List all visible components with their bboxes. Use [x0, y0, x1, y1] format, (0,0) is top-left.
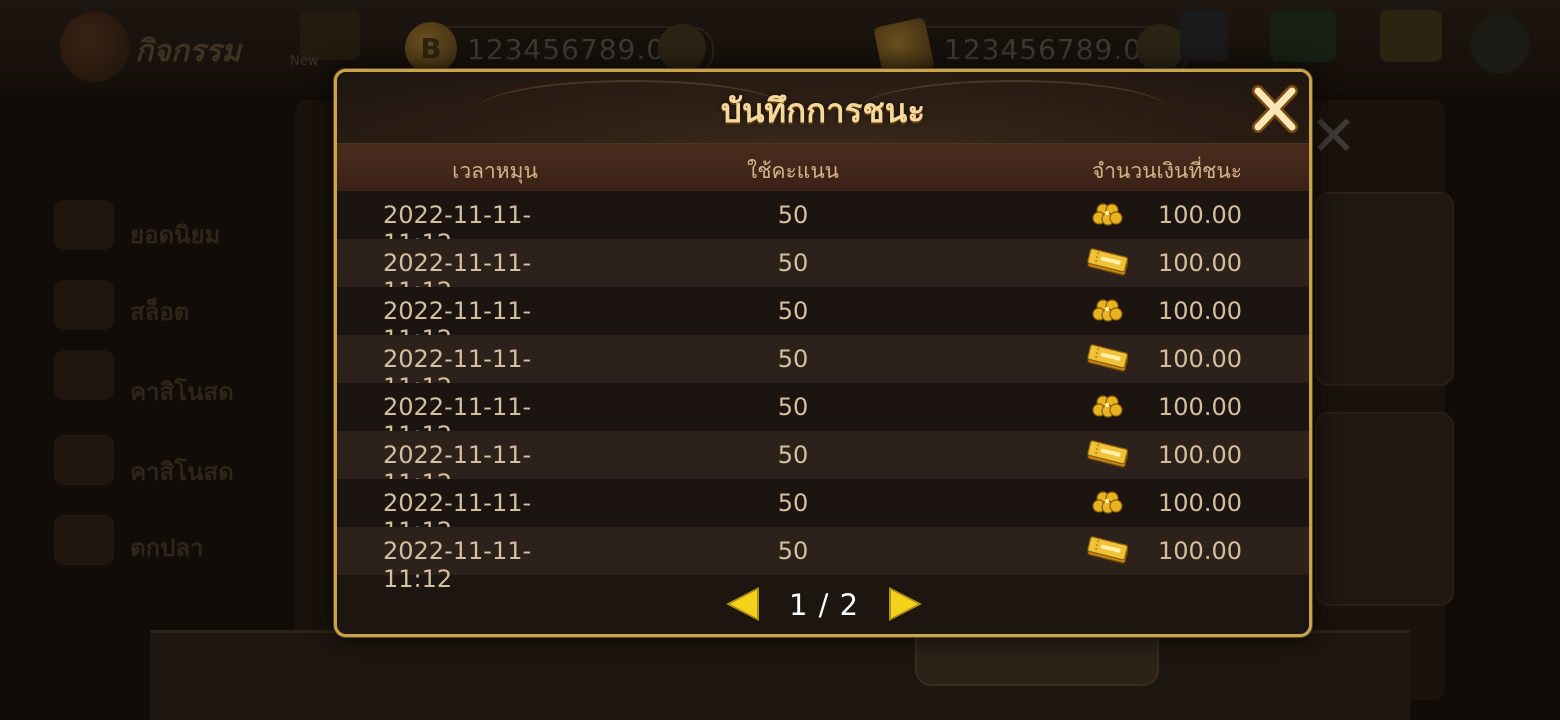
- activity-label: กิจกรรม: [135, 34, 241, 69]
- game-card: [1315, 192, 1454, 386]
- coin-balance: 123456789.00: [467, 33, 684, 66]
- fish-icon: [54, 515, 114, 565]
- bet-points: 50: [777, 249, 809, 277]
- activity-icon: [60, 12, 130, 82]
- bet-points: 50: [777, 537, 809, 565]
- menu-item-live-casino: คาสิโนสด: [130, 458, 234, 486]
- prev-page-button[interactable]: [723, 585, 763, 623]
- record-list: 2022-11-11-11:1250100.002022-11-11-11:12…: [337, 191, 1309, 593]
- gift-icon: [300, 10, 360, 60]
- dialog-title: บันทึกการชนะ: [720, 91, 926, 130]
- win-record-dialog: บันทึกการชนะ เวลาหมุน ใช้คะแนน จำนวนเงิน…: [334, 69, 1312, 637]
- hot-icon: [54, 200, 114, 250]
- win-amount: 100.00: [1158, 249, 1242, 277]
- table-row: 2022-11-11-11:1250100.00: [337, 383, 1309, 449]
- next-page-button[interactable]: [885, 585, 925, 623]
- win-amount: 100.00: [1158, 201, 1242, 229]
- bet-points: 50: [777, 489, 809, 517]
- bet-points: 50: [777, 441, 809, 469]
- gear-icon: [1470, 14, 1530, 74]
- table-row: 2022-11-11-11:1250100.00: [337, 431, 1309, 497]
- table-row: 2022-11-11-11:1250100.00: [337, 527, 1309, 593]
- win-amount: 100.00: [1158, 489, 1242, 517]
- close-button[interactable]: [1250, 85, 1300, 133]
- table-row: 2022-11-11-11:1250100.00: [337, 191, 1309, 257]
- bet-points: 50: [777, 297, 809, 325]
- pagination: 1 / 2: [337, 575, 1309, 634]
- line-icon: [1270, 10, 1336, 62]
- dealer-icon: [54, 435, 114, 485]
- win-amount: 100.00: [1158, 345, 1242, 373]
- menu-item-casino: คาสิโนสด: [130, 378, 234, 406]
- ticket-balance: 123456789.00: [944, 33, 1161, 66]
- menu-item-fishing: ตกปลา: [130, 534, 204, 562]
- table-row: 2022-11-11-11:1250100.00: [337, 479, 1309, 545]
- info-icon: [1180, 10, 1228, 62]
- new-label: New: [290, 54, 319, 69]
- win-amount: 100.00: [1158, 297, 1242, 325]
- refresh-icon: [658, 24, 706, 72]
- background-close-icon: ✕: [1310, 104, 1357, 169]
- cards-icon: [54, 350, 114, 400]
- column-header-win: จำนวนเงินที่ชนะ: [1091, 159, 1243, 183]
- table-row: 2022-11-11-11:1250100.00: [337, 335, 1309, 401]
- table-row: 2022-11-11-11:1250100.00: [337, 287, 1309, 353]
- add-icon: [1136, 24, 1184, 72]
- bet-points: 50: [777, 345, 809, 373]
- win-amount: 100.00: [1158, 393, 1242, 421]
- dialog-header: บันทึกการชนะ: [337, 72, 1309, 145]
- triangle-left-icon: [726, 587, 759, 621]
- table-row: 2022-11-11-11:1250100.00: [337, 239, 1309, 305]
- column-header-time: เวลาหมุน: [452, 159, 538, 183]
- close-icon: [1252, 85, 1298, 133]
- bet-points: 50: [777, 393, 809, 421]
- mail-icon: [1380, 10, 1442, 62]
- bottom-table: [150, 630, 1410, 720]
- coin-icon: B: [405, 22, 457, 74]
- column-header-bet: ใช้คะแนน: [746, 159, 840, 183]
- win-amount: 100.00: [1158, 537, 1242, 565]
- table-header: เวลาหมุน ใช้คะแนน จำนวนเงินที่ชนะ: [337, 144, 1309, 191]
- game-card: [1315, 412, 1454, 606]
- win-amount: 100.00: [1158, 441, 1242, 469]
- menu-item-slot: สล็อต: [130, 298, 190, 326]
- menu-item-popular: ยอดนิยม: [130, 221, 221, 249]
- page-indicator: 1 / 2: [788, 588, 860, 622]
- triangle-right-icon: [889, 587, 922, 621]
- side-menu: ยอดนิยม สล็อต คาสิโนสด คาสิโนสด ตกปลา: [40, 110, 270, 710]
- bet-points: 50: [777, 201, 809, 229]
- slot-icon: [54, 280, 114, 330]
